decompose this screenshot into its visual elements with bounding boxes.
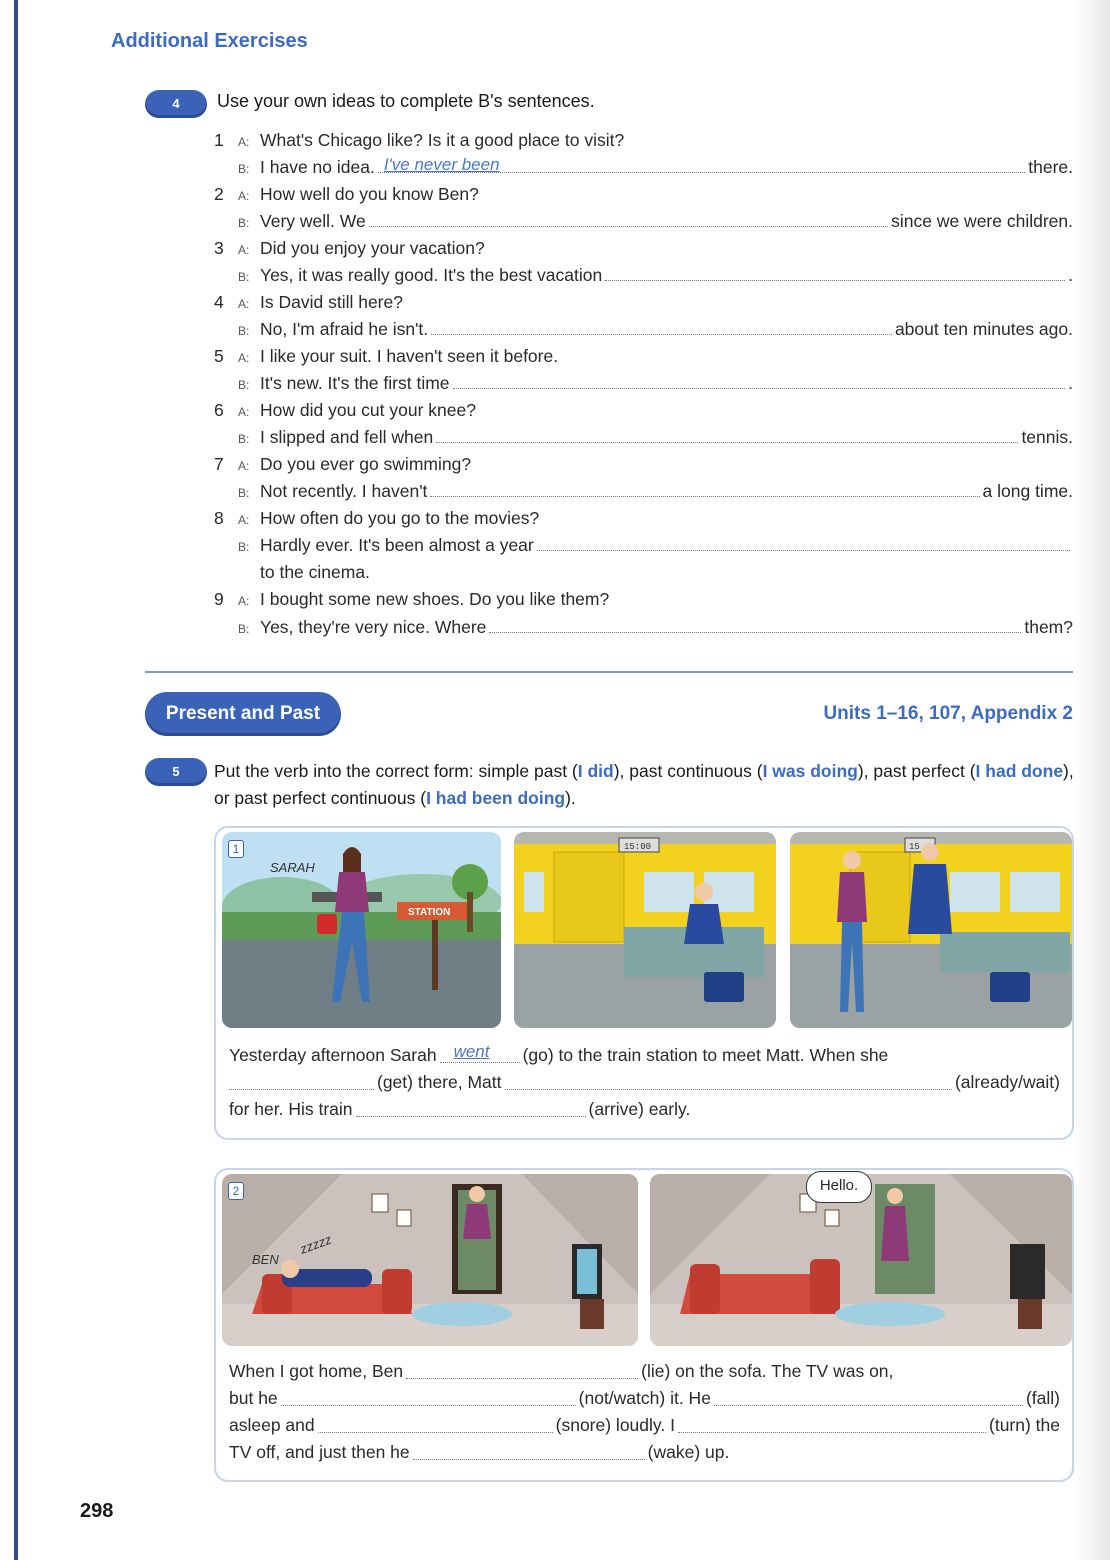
answer-blank[interactable] xyxy=(677,1432,986,1433)
answer-text: I've never been xyxy=(383,155,500,174)
exercise-5-panel-2: BEN zzzzz 2 Hello. When I got home, Ben(… xyxy=(214,1168,1074,1482)
item-9-b: B: Yes, they're very nice. Where them? xyxy=(238,617,1073,637)
answer-blank[interactable] xyxy=(406,1378,639,1379)
item-5-b: B: It's new. It's the first time. xyxy=(238,373,1073,393)
station-clock: 15 xyxy=(909,842,920,852)
item-3-a: 3 A: Did you enjoy your vacation? xyxy=(214,238,485,258)
item-7-a: 7 A: Do you ever go swimming? xyxy=(214,454,472,474)
item-1-a: 1 A: What's Chicago like? Is it a good pla… xyxy=(214,130,625,150)
exercise-4-badge: 4 xyxy=(145,90,207,118)
item-3-b: B: Yes, it was really good. It's the best… xyxy=(238,265,1073,285)
exercise-5-badge: 5 xyxy=(145,758,207,786)
answer-blank[interactable]: went xyxy=(439,1042,520,1063)
answer-blank[interactable] xyxy=(489,632,1022,633)
left-margin-rule xyxy=(14,0,18,1560)
item-8-a: 8 A: How often do you go to the movies? xyxy=(214,508,540,528)
answer-blank[interactable] xyxy=(452,388,1066,389)
station-clock: 15:00 xyxy=(624,842,651,852)
item-8-b-cont: to the cinema. xyxy=(260,562,370,582)
illustration-sarah-meets-matt: 15 xyxy=(790,832,1072,1028)
exercise-5-panel-1: STATION SARAH 1 15:00 15 Yesterday after… xyxy=(214,826,1074,1140)
panel-2-text: When I got home, Ben (lie) on the sofa. T… xyxy=(229,1361,1060,1462)
item-2-a: 2 A: How well do you know Ben? xyxy=(214,184,479,204)
panel-1-text: Yesterday afternoon Sarah went (go) to the… xyxy=(229,1042,1060,1123)
item-6-a: 6 A: How did you cut your knee? xyxy=(214,400,476,420)
exercise-4-instruction: Use your own ideas to complete B's sente… xyxy=(217,91,595,111)
answer-blank[interactable] xyxy=(431,334,892,335)
ben-label: BEN xyxy=(252,1252,279,1267)
answer-blank[interactable] xyxy=(355,1116,586,1117)
answer-blank[interactable] xyxy=(504,1089,952,1090)
item-9-a: 9 A: I bought some new shoes. Do you like … xyxy=(214,589,610,609)
page-spine-shadow xyxy=(1076,0,1110,1560)
illustration-ben-asleep: BEN zzzzz 2 xyxy=(222,1174,638,1346)
sarah-label: SARAH xyxy=(270,860,315,875)
answer-blank[interactable] xyxy=(368,226,889,227)
item-2-b: B: Very well. We since we were children. xyxy=(238,211,1073,231)
answer-blank[interactable] xyxy=(436,442,1019,443)
item-8-b: B: Hardly ever. It's been almost a year xyxy=(214,529,1073,556)
item-7-b: B: Not recently. I haven't a long time. xyxy=(238,481,1073,501)
answer-blank[interactable] xyxy=(412,1459,645,1460)
item-6-b: B: I slipped and fell when tennis. xyxy=(238,427,1073,447)
picture-number: 1 xyxy=(228,840,244,858)
answer-text: went xyxy=(453,1042,490,1061)
speech-bubble-hello: Hello. xyxy=(806,1171,872,1203)
section-tab-present-and-past: Present and Past xyxy=(145,692,341,736)
answer-blank[interactable]: I've never been xyxy=(377,155,1026,174)
section-divider xyxy=(145,671,1073,673)
illustration-sarah-walking: STATION SARAH 1 xyxy=(222,832,501,1028)
item-5-a: 5 A: I like your suit. I haven't seen it b… xyxy=(214,346,559,366)
item-4-a: 4 A: Is David still here? xyxy=(214,292,403,312)
page-number: 298 xyxy=(80,1500,114,1522)
answer-blank[interactable] xyxy=(605,280,1066,281)
answer-blank[interactable] xyxy=(317,1432,553,1433)
item-1-b: B: I have no idea. I've never been there. xyxy=(238,155,1073,177)
answer-blank[interactable] xyxy=(430,496,980,497)
station-sign-text: STATION xyxy=(408,907,450,918)
answer-blank[interactable] xyxy=(280,1405,576,1406)
answer-blank[interactable] xyxy=(229,1089,374,1090)
exercise-5-instruction: Put the verb into the correct form: simp… xyxy=(214,761,1074,808)
answer-blank[interactable] xyxy=(536,550,1070,551)
illustration-matt-waiting: 15:00 xyxy=(514,832,776,1028)
section-header: Additional Exercises xyxy=(111,30,308,52)
item-4-b: B: No, I'm afraid he isn't. about ten minu… xyxy=(238,319,1073,339)
units-reference: Units 1–16, 107, Appendix 2 xyxy=(823,703,1073,724)
answer-blank[interactable] xyxy=(713,1405,1023,1406)
picture-number: 2 xyxy=(228,1182,244,1200)
